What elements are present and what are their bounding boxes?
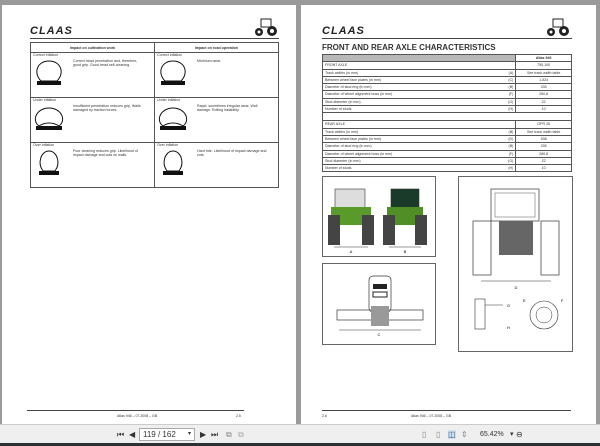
prev-page-icon[interactable]: ◀ bbox=[129, 430, 135, 439]
table-row: Under inflation Insufficient penetration … bbox=[30, 97, 279, 143]
page-number-input[interactable]: 119 / 162 ▾ bbox=[139, 428, 195, 441]
page-number: 2.5 bbox=[236, 414, 241, 418]
inflation-table: Impact on cultivation work Impact on road… bbox=[30, 42, 279, 188]
tyre-correct-icon bbox=[160, 60, 186, 85]
single-page-icon[interactable]: ▯ bbox=[422, 430, 426, 439]
continuous-icon[interactable]: ▯ bbox=[436, 430, 440, 439]
tyre-over-icon bbox=[39, 150, 59, 175]
footer-rule bbox=[27, 410, 244, 411]
table-row: Track widths (in mm) (A) See track width t… bbox=[321, 68, 572, 77]
right-page: CLAAS FRONT AND REAR AXLE CHARACTERISTIC… bbox=[301, 5, 596, 424]
table-row: Between wheel face plates (in mm) (C) 1.52… bbox=[321, 75, 572, 85]
footer-text: Atlas 946 – 07.2008 – GB bbox=[117, 414, 158, 418]
table-row: Diameter of wheel alignment boss (in mm)… bbox=[321, 90, 572, 99]
label-f: F bbox=[561, 298, 564, 303]
next-view-icon[interactable]: ⧉ bbox=[238, 430, 244, 440]
zoom-dropdown-icon[interactable]: ▾ bbox=[510, 430, 514, 438]
axle-drawing: C bbox=[336, 275, 424, 337]
table-row: Diameter of stud ring (in mm) (B) 335 bbox=[321, 83, 572, 92]
header-rule bbox=[30, 38, 279, 39]
tractor-icon bbox=[547, 18, 569, 36]
rear-axle-diagram: D G H E F bbox=[458, 176, 573, 352]
table-row: Stud diameter (in mm) (G) 22 bbox=[321, 156, 572, 166]
left-page: CLAAS Impact on cultivation work Impact o… bbox=[2, 5, 296, 424]
last-page-icon[interactable]: ⏭ bbox=[211, 430, 218, 440]
claas-logo: CLAAS bbox=[30, 25, 73, 37]
footer-rule bbox=[322, 410, 571, 411]
tyre-over-icon bbox=[163, 150, 183, 175]
label-d: D bbox=[515, 285, 518, 290]
label-g: G bbox=[507, 303, 510, 308]
col-header: Impact on cultivation work bbox=[30, 42, 155, 53]
table-row: Correct inflation Correct tread penetrati… bbox=[30, 52, 279, 98]
tractor-icon bbox=[255, 18, 277, 36]
tyre-under-icon bbox=[158, 107, 188, 130]
header-rule bbox=[322, 38, 572, 39]
page-number: 2.6 bbox=[322, 414, 327, 418]
zoom-out-icon[interactable]: ⊖ bbox=[516, 430, 523, 439]
claas-logo: CLAAS bbox=[322, 25, 365, 37]
label-a: A bbox=[350, 249, 353, 254]
next-page-icon[interactable]: ▶ bbox=[200, 430, 206, 439]
footer-text: Atlas 946 – 07.2008 – GB bbox=[411, 414, 452, 418]
previous-view-icon[interactable]: ⧉ bbox=[226, 430, 232, 440]
table-row: Over inflation Poor cleaning reduces grip… bbox=[30, 142, 279, 188]
facing-pages-icon[interactable]: ◫ bbox=[448, 430, 456, 439]
axle-table: Atlas 946 FRONT AXLE 755.100 Track widths … bbox=[321, 53, 572, 173]
table-row: Track widths (in mm) (B) See track width t… bbox=[321, 127, 572, 136]
table-row: Number of studs (H) 10 bbox=[321, 164, 572, 173]
rear-drawing: D G H E F bbox=[472, 188, 564, 330]
page-title: FRONT AND REAR AXLE CHARACTERISTICS bbox=[322, 43, 496, 52]
axle-top-diagram: C bbox=[322, 263, 436, 345]
table-row: Diameter of stud ring (in mm) (B) 335 bbox=[321, 142, 572, 151]
spacer-row bbox=[322, 112, 572, 122]
col-header: Impact on road operation bbox=[154, 42, 279, 53]
tyre-correct-icon bbox=[36, 60, 62, 85]
first-page-icon[interactable]: ⏮ bbox=[117, 430, 124, 440]
tractor-front-rear-photo: A B bbox=[322, 176, 436, 257]
zoom-level[interactable]: 65.42% bbox=[480, 431, 504, 438]
table-row: Number of studs (H) 10 bbox=[321, 105, 572, 114]
tyre-under-icon bbox=[34, 107, 64, 130]
table-row: Diameter of wheel alignment boss (in mm)… bbox=[321, 149, 572, 158]
table-row: Stud diameter (in mm) (G) 22 bbox=[321, 97, 572, 107]
label-b: B bbox=[404, 249, 407, 254]
fit-icon[interactable]: ⇕ bbox=[461, 430, 468, 439]
table-row: Between wheel face plates (in mm) (D) 538 bbox=[321, 134, 572, 144]
label-c: C bbox=[378, 332, 381, 337]
viewer-toolbar: ⏮ ◀ 119 / 162 ▾ ▶ ⏭ ⧉ ⧉ ▯ ▯ ◫ ⇕ 65.42% ▾ … bbox=[0, 424, 600, 443]
label-h: H bbox=[507, 325, 510, 330]
tractor-photos: A B bbox=[328, 188, 427, 254]
section-row: REAR AXLE GPR 35 bbox=[321, 120, 572, 129]
section-row: FRONT AXLE 755.100 bbox=[321, 61, 572, 70]
label-e: E bbox=[523, 298, 526, 303]
